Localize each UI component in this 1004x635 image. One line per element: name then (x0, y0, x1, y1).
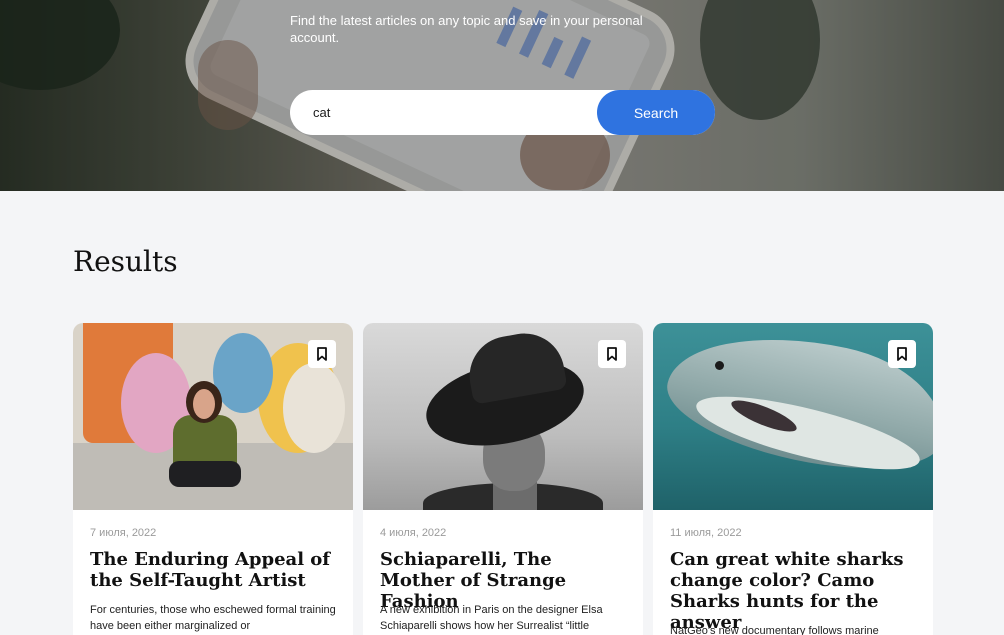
article-date: 7 июля, 2022 (90, 527, 157, 539)
article-card[interactable]: 11 июля, 2022 Can great white sharks cha… (653, 323, 933, 635)
bookmark-button[interactable] (888, 340, 916, 368)
article-excerpt: A new exhibition in Paris on the designe… (380, 604, 603, 632)
article-title[interactable]: Can great white sharks change color? Cam… (670, 549, 920, 633)
bookmark-button[interactable] (598, 340, 626, 368)
search-input[interactable] (290, 90, 600, 135)
search-bar: Search (290, 90, 715, 135)
article-title[interactable]: The Enduring Appeal of the Self-Taught A… (90, 549, 340, 591)
bookmark-icon (607, 347, 617, 361)
article-date: 4 июля, 2022 (380, 527, 447, 539)
article-card[interactable]: 7 июля, 2022 The Enduring Appeal of the … (73, 323, 353, 635)
article-date: 11 июля, 2022 (670, 527, 742, 539)
article-excerpt: For centuries, those who eschewed formal… (90, 604, 336, 632)
hero-tagline: Find the latest articles on any topic an… (290, 13, 643, 45)
results-heading: Results (73, 245, 178, 278)
bookmark-icon (317, 347, 327, 361)
article-card[interactable]: 4 июля, 2022 Schiaparelli, The Mother of… (363, 323, 643, 635)
bookmark-icon (897, 347, 907, 361)
article-excerpt: NatGeo's new documentary follows marine (670, 625, 879, 635)
bookmark-button[interactable] (308, 340, 336, 368)
search-button[interactable]: Search (597, 90, 715, 135)
